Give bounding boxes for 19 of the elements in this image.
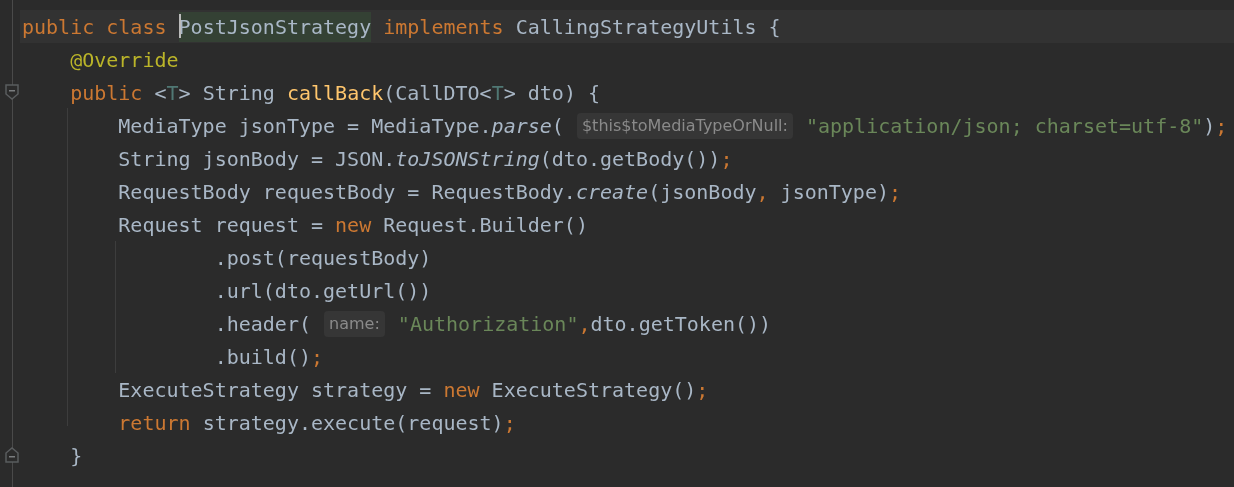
parameter-hint: name: — [324, 310, 385, 337]
code-line: Request request = new Request.Builder() — [117, 211, 589, 239]
code-line: .url(dto.getUrl()) — [213, 277, 433, 305]
code-line: ExecuteStrategy strategy = new ExecuteStrategy(); — [117, 376, 710, 404]
code-line: public <T> String callBack(CallDTO<T> dto) { — [69, 79, 601, 107]
code-line: } — [69, 442, 84, 470]
fold-icon[interactable] — [5, 447, 19, 463]
code-line: RequestBody requestBody = RequestBody.create(jsonBody, jsonType); — [117, 178, 903, 206]
code-text: "application/json; charset=utf-8"); — [804, 112, 1228, 140]
parameter-hint: $this$toMediaTypeOrNull: — [576, 112, 793, 139]
code-text: .header( — [213, 310, 312, 338]
code-line: .post(requestBody) — [213, 244, 433, 272]
code-line: @Override — [69, 46, 180, 74]
code-line: String jsonBody = JSON.toJSONString(dto.getBody()); — [117, 145, 734, 173]
code-line: .build(); — [213, 343, 325, 371]
code-text: MediaType jsonType = MediaType.parse( — [117, 112, 565, 140]
fold-icon[interactable] — [5, 84, 19, 100]
code-text: "Authorization",dto.getToken()) — [396, 310, 772, 338]
code-line: return strategy.execute(request); — [117, 409, 517, 437]
